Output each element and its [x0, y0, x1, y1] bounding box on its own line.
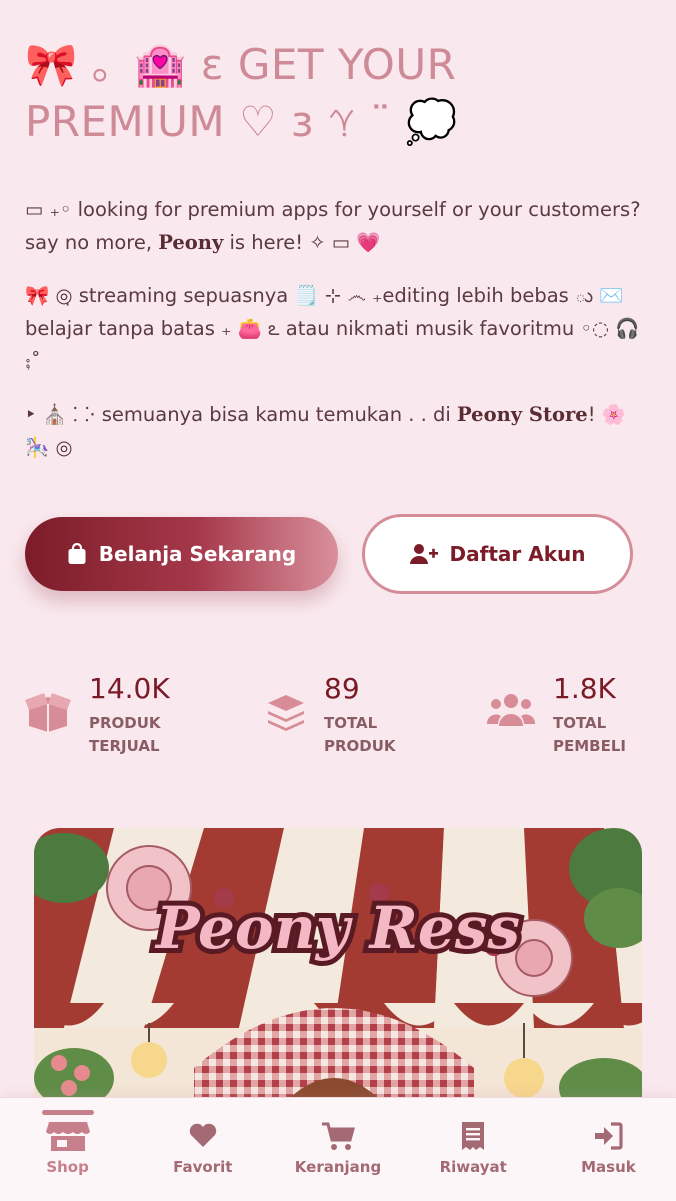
stat-value: 14.0K — [89, 672, 170, 705]
nav-label: Favorit — [173, 1158, 233, 1176]
closing-paragraph: ‣ ⛪ ⸬· semuanya bisa kamu temukan . . di… — [25, 398, 651, 464]
stat-label: TOTAL — [324, 714, 378, 732]
box-open-icon — [25, 693, 71, 732]
shop-now-button[interactable]: Belanja Sekarang — [25, 517, 338, 591]
stat-products-sold: 14.0K PRODUK TERJUAL — [25, 672, 170, 758]
hero-title-line2: PREMIUM ♡ з 𖨯 ¨ 💭 — [25, 97, 459, 146]
hero-title-line1: 🎀 。🏩 ε GET YOUR — [25, 40, 457, 89]
intro-paragraph: ▭ ₊◦ looking for premium apps for yourse… — [25, 193, 651, 259]
stat-label: TERJUAL — [89, 737, 160, 755]
shop-now-label: Belanja Sekarang — [98, 542, 297, 566]
stat-value: 89 — [324, 672, 360, 705]
stat-value: 1.8K — [553, 672, 616, 705]
bottom-navigation: Shop Favorit Keranjang Riwayat Masuk — [0, 1097, 676, 1201]
closing-brand: Peony Store — [457, 403, 588, 426]
stat-label: PEMBELI — [553, 737, 626, 755]
users-icon — [487, 694, 535, 726]
stat-label: TOTAL — [553, 714, 607, 732]
login-icon — [595, 1122, 624, 1150]
layers-icon — [268, 695, 304, 731]
active-indicator — [41, 1110, 94, 1115]
nav-label: Keranjang — [294, 1158, 382, 1176]
nav-label: Shop — [46, 1158, 89, 1176]
register-button[interactable]: Daftar Akun — [362, 514, 633, 594]
nav-favorit[interactable]: Favorit — [135, 1098, 270, 1201]
register-label: Daftar Akun — [449, 542, 586, 566]
stat-label: PRODUK — [324, 737, 396, 755]
nav-masuk[interactable]: Masuk — [541, 1098, 676, 1201]
banner-logo-text: Peony Ress — [154, 894, 520, 962]
hero-title: 🎀 。🏩 ε GET YOUR PREMIUM ♡ з 𖨯 ¨ 💭 — [25, 36, 655, 150]
intro-text-end: is here! ✧ ▭ 💗 — [223, 231, 381, 254]
nav-shop[interactable]: Shop — [0, 1098, 135, 1201]
heart-icon — [189, 1123, 217, 1147]
features-paragraph: 🎀 ◎̣ streaming sepuasnya 🗒️ ⊹ ෴ ₊editing… — [25, 284, 640, 373]
shopping-bag-icon — [68, 543, 86, 564]
user-plus-icon — [409, 544, 438, 564]
stat-total-products: 89 TOTAL PRODUK — [266, 672, 396, 758]
nav-keranjang[interactable]: Keranjang — [270, 1098, 405, 1201]
cart-icon — [322, 1122, 355, 1150]
nav-riwayat[interactable]: Riwayat — [406, 1098, 541, 1201]
receipt-icon — [462, 1122, 485, 1150]
stat-label: PRODUK — [89, 714, 161, 732]
store-banner[interactable]: Peony Ress — [34, 828, 642, 1128]
intro-brand: Peony — [158, 231, 224, 254]
store-icon — [45, 1122, 90, 1151]
nav-label: Riwayat — [439, 1158, 507, 1176]
closing-text: ‣ ⛪ ⸬· semuanya bisa kamu temukan . . di — [25, 403, 458, 426]
store-banner-illustration: Peony Ress — [34, 828, 642, 1128]
stat-total-buyers: 1.8K TOTAL PEMBELI — [487, 672, 626, 758]
nav-label: Masuk — [581, 1158, 636, 1176]
